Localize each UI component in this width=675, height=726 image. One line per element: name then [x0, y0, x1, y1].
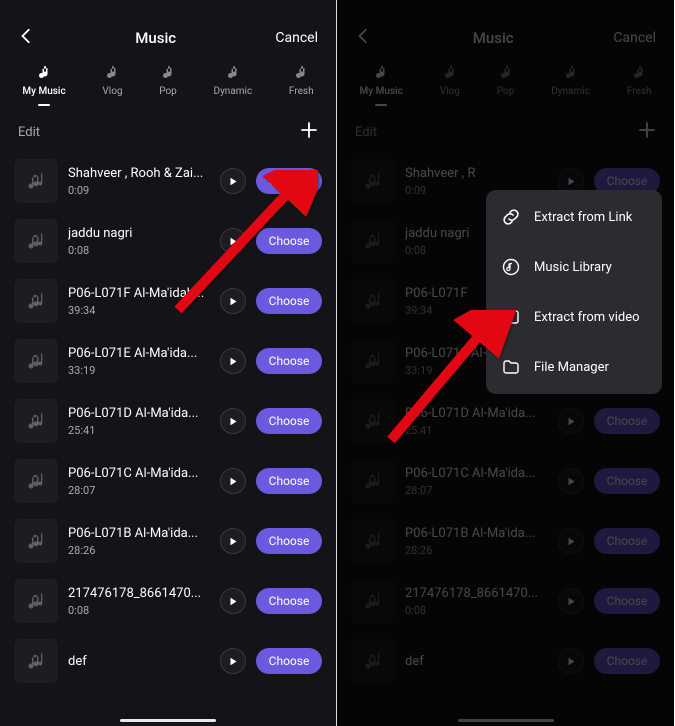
play-button[interactable] — [220, 168, 246, 194]
song-title: P06-L071D Al-Ma'ida... — [68, 406, 208, 421]
song-thumbnail — [14, 339, 58, 383]
song-title: P06-L071F Al-Ma'idah... — [68, 286, 208, 301]
phone-left: Music Cancel My Music Vlog Pop Dynamic F… — [0, 0, 337, 726]
music-library-icon — [502, 258, 520, 276]
edit-button[interactable]: Edit — [18, 125, 40, 140]
choose-button[interactable]: Choose — [256, 648, 322, 674]
song-info: def — [68, 654, 210, 669]
song-duration: 39:34 — [68, 304, 210, 317]
song-title: P06-L071C Al-Ma'ida... — [68, 466, 208, 481]
song-row: P06-L071E Al-Ma'ida... 33:19 Choose — [12, 331, 324, 391]
song-title: P06-L071B Al-Ma'ida... — [68, 526, 208, 541]
song-thumbnail — [14, 279, 58, 323]
song-row: 217476178_8661470... 0:08 Choose — [12, 571, 324, 631]
song-row: P06-L071C Al-Ma'ida... 28:07 Choose — [12, 451, 324, 511]
song-title: def — [68, 654, 208, 669]
song-title: jaddu nagri — [68, 226, 208, 241]
choose-button[interactable]: Choose — [256, 288, 322, 314]
cancel-button[interactable]: Cancel — [275, 30, 318, 46]
song-row: P06-L071B Al-Ma'ida... 28:26 Choose — [12, 511, 324, 571]
extract-video-icon — [502, 308, 520, 326]
play-button[interactable] — [220, 228, 246, 254]
play-button[interactable] — [220, 288, 246, 314]
song-row: def Choose — [12, 631, 324, 691]
tab-pop[interactable]: Pop — [159, 64, 177, 97]
song-duration: 33:19 — [68, 364, 210, 377]
menu-file-manager[interactable]: File Manager — [486, 342, 662, 392]
choose-button[interactable]: Choose — [256, 528, 322, 554]
tab-dynamic[interactable]: Dynamic — [214, 64, 253, 97]
song-thumbnail — [14, 459, 58, 503]
song-duration: 0:08 — [68, 604, 210, 617]
menu-music-library[interactable]: Music Library — [486, 242, 662, 292]
song-thumbnail — [14, 579, 58, 623]
song-title: 217476178_8661470... — [68, 586, 208, 601]
choose-button[interactable]: Choose — [256, 408, 322, 434]
folder-icon — [502, 358, 520, 376]
play-button[interactable] — [220, 528, 246, 554]
song-title: Shahveer , Rooh & Zai... — [68, 166, 208, 181]
tab-vlog[interactable]: Vlog — [102, 64, 122, 97]
song-thumbnail — [14, 219, 58, 263]
home-indicator — [120, 719, 216, 722]
tab-fresh[interactable]: Fresh — [289, 64, 314, 97]
song-title: P06-L071E Al-Ma'ida... — [68, 346, 208, 361]
menu-extract-link[interactable]: Extract from Link — [486, 192, 662, 242]
link-icon — [502, 208, 520, 226]
header: Music Cancel — [0, 0, 336, 46]
add-button[interactable] — [300, 121, 318, 143]
song-list: Shahveer , Rooh & Zai...0:09Choosejaddu … — [0, 147, 336, 691]
page-title: Music — [135, 29, 176, 47]
song-info: P06-L071F Al-Ma'idah... 39:34 — [68, 286, 210, 317]
menu-extract-video[interactable]: Extract from video — [486, 292, 662, 342]
tab-my-music[interactable]: My Music — [22, 64, 65, 97]
song-info: P06-L071E Al-Ma'ida... 33:19 — [68, 346, 210, 377]
play-button[interactable] — [220, 348, 246, 374]
song-row: Shahveer , Rooh & Zai... 0:09 Choose — [12, 151, 324, 211]
song-thumbnail — [14, 519, 58, 563]
play-button[interactable] — [220, 468, 246, 494]
choose-button[interactable]: Choose — [256, 348, 322, 374]
toolbar: Edit — [0, 103, 336, 147]
song-info: Shahveer , Rooh & Zai... 0:09 — [68, 166, 210, 197]
song-info: 217476178_8661470... 0:08 — [68, 586, 210, 617]
play-button[interactable] — [220, 588, 246, 614]
song-duration: 25:41 — [68, 424, 210, 437]
add-menu-popup: Extract from Link Music Library Extract … — [486, 190, 662, 394]
song-info: P06-L071D Al-Ma'ida... 25:41 — [68, 406, 210, 437]
choose-button[interactable]: Choose — [256, 588, 322, 614]
song-duration: 28:26 — [68, 544, 210, 557]
song-duration: 0:08 — [68, 244, 210, 257]
song-duration: 28:07 — [68, 484, 210, 497]
choose-button[interactable]: Choose — [256, 168, 322, 194]
song-row: P06-L071D Al-Ma'ida... 25:41 Choose — [12, 391, 324, 451]
song-row: jaddu nagri 0:08 Choose — [12, 211, 324, 271]
phone-right: Music Cancel My Music Vlog Pop Dynamic F… — [337, 0, 674, 726]
song-info: P06-L071C Al-Ma'ida... 28:07 — [68, 466, 210, 497]
song-thumbnail — [14, 399, 58, 443]
song-duration: 0:09 — [68, 184, 210, 197]
play-button[interactable] — [220, 648, 246, 674]
category-tabs: My Music Vlog Pop Dynamic Fresh — [0, 46, 336, 103]
song-info: jaddu nagri 0:08 — [68, 226, 210, 257]
choose-button[interactable]: Choose — [256, 228, 322, 254]
song-thumbnail — [14, 639, 58, 683]
song-row: P06-L071F Al-Ma'idah... 39:34 Choose — [12, 271, 324, 331]
song-thumbnail — [14, 159, 58, 203]
song-info: P06-L071B Al-Ma'ida... 28:26 — [68, 526, 210, 557]
back-button[interactable] — [18, 27, 36, 49]
choose-button[interactable]: Choose — [256, 468, 322, 494]
play-button[interactable] — [220, 408, 246, 434]
